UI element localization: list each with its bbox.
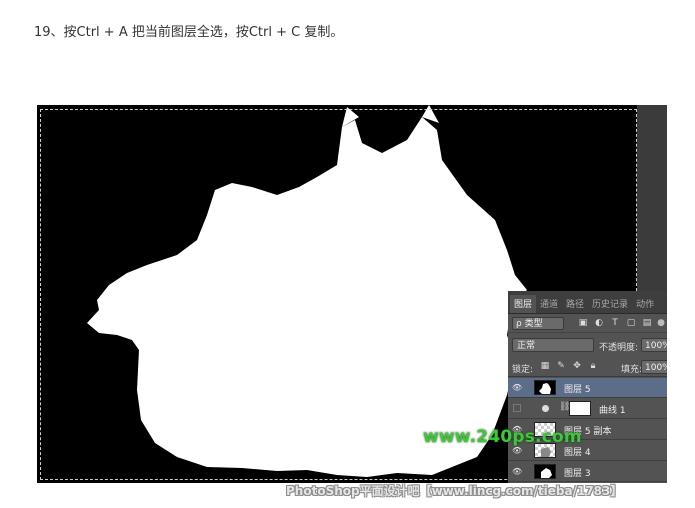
image-filter-icon[interactable]: ▣	[578, 318, 588, 328]
adjustment-circle-icon	[540, 403, 551, 414]
tab-actions[interactable]: 动作	[632, 297, 658, 313]
tab-channels[interactable]: 通道	[536, 297, 562, 313]
layer-mask-thumbnail	[569, 401, 591, 416]
site-watermark: www.240ps.com	[423, 427, 582, 447]
filter-toggle-icon[interactable]: ●	[656, 318, 666, 328]
tab-layers[interactable]: 图层	[510, 295, 537, 313]
fill-label: 填充:	[621, 365, 643, 375]
move-icon[interactable]: ✥	[572, 361, 582, 372]
opacity-input[interactable]: 100%	[641, 338, 667, 352]
panel-tabs: 图层 通道 路径 历史记录 动作	[508, 291, 667, 314]
tab-history[interactable]: 历史记录	[588, 297, 632, 313]
layer-name: 曲线 1	[599, 406, 626, 416]
smart-object-filter-icon[interactable]: ▤	[642, 318, 652, 328]
layer-thumbnail	[534, 464, 556, 479]
instruction-text: 19、按Ctrl + A 把当前图层全选，按Ctrl + C 复制。	[34, 25, 344, 40]
lock-label: 锁定:	[512, 365, 534, 375]
lock-icon[interactable]: 🔒︎	[588, 361, 598, 372]
layer-filter-row: ρ 类型 ▣ ◐ T ▢ ▤ ●	[508, 315, 667, 333]
layer-name: 图层 5	[564, 385, 591, 395]
layer-filter-select[interactable]: ρ 类型	[512, 317, 564, 330]
layers-panel[interactable]: 图层 通道 路径 历史记录 动作 ρ 类型 ▣ ◐ T ▢ ▤ ● 正常 不透明…	[508, 291, 667, 483]
blend-mode-select[interactable]: 正常	[512, 338, 594, 352]
layer-name: 图层 3	[564, 469, 591, 479]
text-filter-icon[interactable]: T	[610, 318, 620, 328]
tab-paths[interactable]: 路径	[562, 297, 588, 313]
lock-transparent-icon[interactable]: ▦	[540, 361, 550, 372]
layer-thumbnail	[534, 380, 556, 395]
shape-filter-icon[interactable]: ▢	[626, 318, 636, 328]
layer-row[interactable]: ⛓︎ 曲线 1	[508, 399, 667, 419]
fill-input[interactable]: 100%	[641, 360, 667, 374]
brush-icon[interactable]: ✎	[556, 361, 566, 372]
adjustment-filter-icon[interactable]: ◐	[594, 318, 604, 328]
opacity-label: 不透明度:	[599, 343, 639, 353]
layer-row[interactable]: 👁︎ 图层 5	[508, 378, 667, 398]
eye-icon[interactable]: 👁︎	[512, 383, 522, 392]
eye-icon[interactable]: 👁︎	[512, 446, 522, 455]
layer-row[interactable]: 👁︎ 图层 3	[508, 462, 667, 482]
visibility-toggle[interactable]	[513, 404, 521, 412]
lock-row: 锁定: ▦ ✎ ✥ 🔒︎ 填充: 100%	[508, 357, 667, 377]
forum-watermark: PhotoShop平面设计吧【www.lincg.com/tieba/1783】	[286, 484, 623, 498]
blend-row: 正常 不透明度: 100%	[508, 335, 667, 355]
eye-icon[interactable]: 👁︎	[512, 467, 522, 476]
